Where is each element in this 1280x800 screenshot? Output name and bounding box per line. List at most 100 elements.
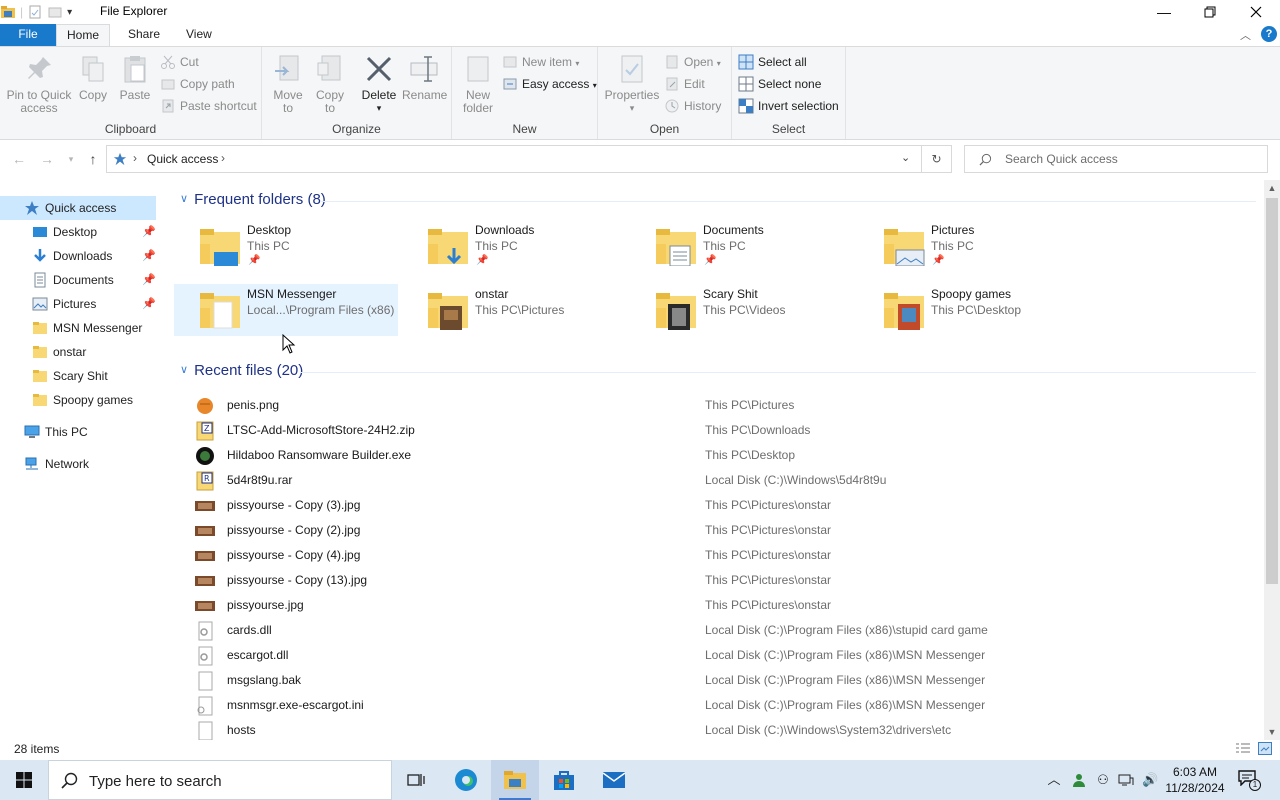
paste-button[interactable]: Paste — [114, 53, 156, 102]
select-all-button[interactable]: Select all — [738, 52, 807, 72]
back-arrow-icon[interactable]: ← — [10, 150, 28, 168]
recent-file-row[interactable]: msgslang.bak Local Disk (C:)\Program File… — [194, 668, 1254, 693]
recent-file-row[interactable]: R 5d4r8t9u.rar Local Disk (C:)\Windows\5d4… — [194, 468, 1254, 493]
tab-home[interactable]: Home — [56, 24, 111, 47]
new-item-button[interactable]: New item ▾ — [502, 52, 579, 72]
frequent-folder-tile[interactable]: Spoopy games This PC\Desktop — [858, 284, 1082, 336]
address-dropdown-icon[interactable]: ⌄ — [901, 151, 910, 164]
cut-button[interactable]: Cut — [160, 52, 199, 72]
tab-share[interactable]: Share — [118, 24, 170, 46]
large-icons-view-icon[interactable] — [1258, 742, 1272, 755]
customize-qat-icon[interactable]: ▾ — [67, 7, 72, 18]
properties-qat-icon[interactable] — [27, 4, 43, 20]
copy-button[interactable]: Copy — [74, 53, 112, 102]
forward-arrow-icon[interactable]: → — [38, 150, 56, 168]
properties-button[interactable]: Properties ▾ — [602, 53, 662, 115]
edit-button[interactable]: Edit — [664, 74, 705, 94]
copy-path-button[interactable]: Copy path — [160, 74, 235, 94]
collapse-ribbon-icon[interactable]: ︿ — [1240, 27, 1251, 43]
store-button[interactable] — [540, 760, 588, 800]
frequent-folder-tile[interactable]: Documents This PC 📌 — [630, 220, 854, 272]
task-view-button[interactable] — [392, 760, 440, 800]
select-none-button[interactable]: Select none — [738, 74, 821, 94]
clock[interactable]: 6:03 AM 11/28/2024 — [1160, 764, 1230, 796]
frequent-folder-tile[interactable]: onstar This PC\Pictures — [402, 284, 626, 336]
nav-downloads[interactable]: Downloads 📌 — [0, 244, 156, 268]
copy-to-button[interactable]: Copy to — [310, 53, 350, 115]
history-button[interactable]: History — [664, 96, 721, 116]
frequent-folder-tile[interactable]: Pictures This PC 📌 — [858, 220, 1082, 272]
invert-selection-button[interactable]: Invert selection — [738, 96, 839, 116]
frequent-folder-tile[interactable]: MSN Messenger Local...\Program Files (x86… — [174, 284, 398, 336]
easy-access-button[interactable]: Easy access ▾ — [502, 74, 597, 94]
nav-scary-shit[interactable]: Scary Shit — [0, 364, 156, 388]
edge-button[interactable] — [442, 760, 490, 800]
notification-center-button[interactable]: 1 — [1238, 770, 1261, 791]
recent-file-row[interactable]: Hildaboo Ransomware Builder.exe This PC\D… — [194, 443, 1254, 468]
network-tray-icon[interactable] — [1118, 772, 1134, 788]
nav-onstar[interactable]: onstar — [0, 340, 156, 364]
nav-quick-access[interactable]: Quick access — [0, 196, 156, 220]
minimize-button[interactable]: — — [1141, 0, 1187, 24]
frequent-folders-header[interactable]: ∨ Frequent folders (8) — [180, 191, 326, 208]
nav-msn-messenger[interactable]: MSN Messenger — [0, 316, 156, 340]
nav-pictures[interactable]: Pictures 📌 — [0, 292, 156, 316]
start-button[interactable] — [0, 760, 48, 800]
mail-button[interactable] — [590, 760, 638, 800]
tab-file[interactable]: File — [0, 24, 56, 46]
recent-file-row[interactable]: pissyourse - Copy (13).jpg This PC\Pictur… — [194, 568, 1254, 593]
nav-spoopy-games[interactable]: Spoopy games — [0, 388, 156, 412]
frequent-folder-tile[interactable]: Downloads This PC 📌 — [402, 220, 626, 272]
tab-view[interactable]: View — [176, 24, 222, 46]
folder-icon — [33, 322, 47, 334]
paste-shortcut-button[interactable]: Paste shortcut — [160, 96, 257, 116]
delete-button[interactable]: Delete ▾ — [356, 53, 402, 115]
nav-documents[interactable]: Documents 📌 — [0, 268, 156, 292]
properties-dropdown-icon[interactable]: ▾ — [602, 102, 662, 115]
frequent-folder-tile[interactable]: Scary Shit This PC\Videos — [630, 284, 854, 336]
volume-icon[interactable]: 🔊 — [1142, 772, 1158, 788]
pin-to-quick-access-button[interactable]: Pin to Quick access — [4, 53, 74, 115]
up-arrow-icon[interactable]: ↑ — [84, 150, 102, 168]
breadcrumb-chevron[interactable]: › — [221, 151, 225, 165]
new-folder-qat-icon[interactable] — [47, 4, 63, 20]
refresh-button[interactable]: ↻ — [922, 145, 952, 173]
recent-file-row[interactable]: cards.dll Local Disk (C:)\Program Files (… — [194, 618, 1254, 643]
nav-this-pc[interactable]: This PC — [0, 420, 156, 444]
show-hidden-icons-chevron-icon[interactable]: ︿ — [1046, 772, 1062, 788]
scroll-up-arrow-icon[interactable]: ▲ — [1264, 180, 1280, 196]
help-icon[interactable]: ? — [1261, 26, 1277, 42]
file-explorer-taskbar-button[interactable] — [491, 760, 539, 800]
breadcrumb-quick-access[interactable]: Quick access — [147, 152, 218, 166]
search-box[interactable]: Search Quick access — [964, 145, 1268, 173]
device-icon[interactable]: ⚇ — [1095, 772, 1111, 788]
delete-dropdown-icon[interactable]: ▾ — [356, 102, 402, 115]
taskbar-search-box[interactable]: Type here to search — [48, 760, 392, 800]
recent-locations-icon[interactable]: ▾ — [62, 150, 80, 168]
recent-files-header[interactable]: ∨ Recent files (20) — [180, 362, 303, 379]
scroll-down-arrow-icon[interactable]: ▼ — [1264, 724, 1280, 740]
address-bar[interactable]: › Quick access › ⌄ — [106, 145, 922, 173]
recent-file-row[interactable]: penis.png This PC\Pictures — [194, 393, 1254, 418]
nav-network[interactable]: Network — [0, 452, 156, 476]
details-view-icon[interactable] — [1236, 743, 1250, 755]
recent-file-row[interactable]: Z LTSC-Add-MicrosoftStore-24H2.zip This PC… — [194, 418, 1254, 443]
recent-file-row[interactable]: escargot.dll Local Disk (C:)\Program File… — [194, 643, 1254, 668]
new-folder-button[interactable]: New folder — [458, 53, 498, 115]
recent-file-row[interactable]: pissyourse - Copy (4).jpg This PC\Picture… — [194, 543, 1254, 568]
open-button[interactable]: Open ▾ — [664, 52, 721, 72]
recent-file-row[interactable]: hosts Local Disk (C:)\Windows\System32\dr… — [194, 718, 1254, 740]
scrollbar-thumb[interactable] — [1266, 198, 1278, 584]
close-button[interactable] — [1233, 0, 1279, 24]
people-icon[interactable] — [1071, 772, 1087, 788]
nav-desktop[interactable]: Desktop 📌 — [0, 220, 156, 244]
vertical-scrollbar[interactable]: ▲ ▼ — [1264, 180, 1280, 740]
recent-file-row[interactable]: pissyourse - Copy (2).jpg This PC\Picture… — [194, 518, 1254, 543]
frequent-folder-tile[interactable]: Desktop This PC 📌 — [174, 220, 398, 272]
rename-button[interactable]: Rename — [402, 53, 447, 102]
recent-file-row[interactable]: msnmsgr.exe-escargot.ini Local Disk (C:)\… — [194, 693, 1254, 718]
restore-button[interactable] — [1187, 0, 1233, 24]
recent-file-row[interactable]: pissyourse - Copy (3).jpg This PC\Picture… — [194, 493, 1254, 518]
recent-file-row[interactable]: pissyourse.jpg This PC\Pictures\onstar — [194, 593, 1254, 618]
move-to-button[interactable]: Move to — [268, 53, 308, 115]
